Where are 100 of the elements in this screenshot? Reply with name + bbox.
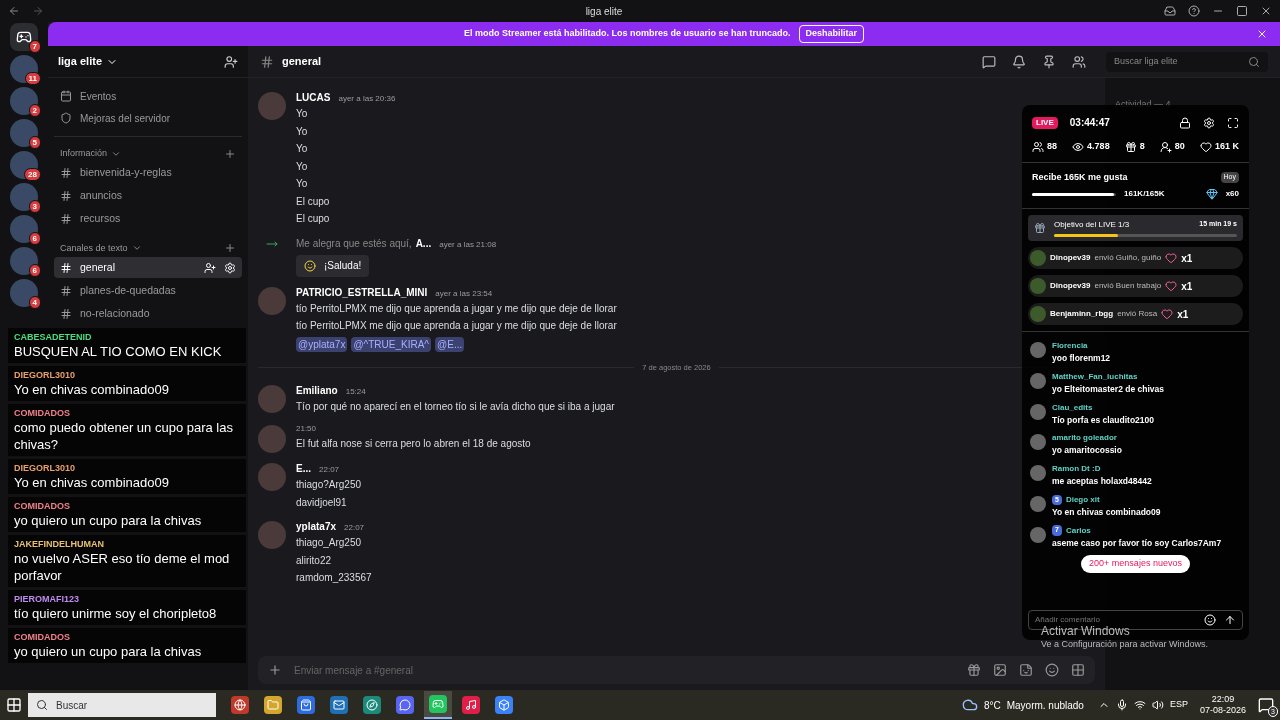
author-name[interactable]: PATRICIO_ESTRELLA_MINI	[296, 284, 428, 300]
lock-icon[interactable]	[1179, 116, 1191, 129]
sidebar-item[interactable]: Mejoras del servidor	[54, 110, 242, 126]
live-timer: 03:44:47	[1069, 116, 1111, 130]
mention[interactable]: @yplata7x	[296, 336, 348, 352]
stat-value: 161 K	[1214, 140, 1239, 153]
pin-icon[interactable]	[1042, 54, 1056, 69]
timestamp: 22:07	[344, 522, 365, 535]
commenter-name: Ramon Dt :D	[1052, 463, 1101, 475]
message-text: El fut alfa nose si cerra pero lo abren el 18 de agosto	[296, 437, 531, 452]
gift-text: envió Rosa	[1117, 308, 1158, 320]
bell-icon[interactable]	[1012, 54, 1026, 69]
channel-item[interactable]: general	[54, 257, 242, 278]
channel-item[interactable]: no-relacionado	[54, 303, 242, 324]
inbox-icon[interactable]	[1164, 5, 1176, 17]
channel-item[interactable]: anuncios	[54, 185, 242, 207]
chatter-name: PIEROMAFI123	[14, 593, 80, 605]
send-icon[interactable]	[1224, 614, 1236, 626]
avatar	[1030, 526, 1046, 543]
back-icon[interactable]	[8, 5, 20, 17]
server-name: liga elite	[58, 54, 103, 70]
disable-button[interactable]: Deshabilitar	[798, 25, 865, 43]
member-name[interactable]: A...	[415, 235, 432, 251]
comment-text: Yo en chivas combinado09	[1052, 505, 1161, 519]
people-icon	[1032, 140, 1044, 153]
avatar	[1030, 495, 1046, 512]
chat-text: no vuelvo ASER eso tío deme el mod porfavor	[14, 550, 231, 584]
clock-date: 07-08-2026	[1199, 705, 1246, 716]
author-name[interactable]: E...	[296, 461, 311, 477]
close-icon[interactable]	[1256, 28, 1268, 40]
channel-item[interactable]: bienvenida-y-reglas	[54, 162, 242, 184]
settings-icon[interactable]	[1203, 116, 1215, 129]
goal-title: Objetivo del LIVE 1/3	[1054, 219, 1130, 231]
invite-icon[interactable]	[204, 261, 216, 274]
add-channel-icon[interactable]	[224, 147, 236, 160]
search-icon	[1248, 55, 1260, 68]
hash-icon	[60, 261, 72, 274]
stat-value: 8	[1139, 140, 1145, 153]
author-name[interactable]: yplata7x	[296, 519, 337, 535]
bag-icon	[300, 699, 312, 711]
threads-icon[interactable]	[982, 54, 996, 69]
mention[interactable]: @^TRUE_KIRA^	[351, 336, 432, 352]
commenter-name: Matthew_Fan_luchitas	[1052, 370, 1138, 383]
author-name[interactable]: Emiliano	[296, 382, 338, 398]
expand-icon[interactable]	[1227, 116, 1239, 129]
server-icon[interactable]	[10, 183, 38, 211]
avatar	[1030, 342, 1046, 358]
server-icon[interactable]	[10, 215, 38, 243]
network-icon[interactable]	[1133, 699, 1146, 711]
server-icon[interactable]	[10, 151, 38, 179]
channel-item[interactable]: recursos	[54, 208, 242, 230]
volume-icon[interactable]	[1151, 699, 1164, 711]
timestamp: ayer a las 23:54	[435, 287, 493, 300]
message-text: Tío por qué no aparecí en el torneo tío si le avía dicho que si iba a jugar	[296, 399, 615, 414]
message-text: El cupo	[296, 194, 331, 209]
search-icon	[36, 699, 48, 711]
commenter-name: Florencia	[1052, 340, 1088, 352]
server-icon[interactable]	[10, 279, 38, 307]
server-name-menu[interactable]: liga elite	[58, 53, 119, 70]
sticker-icon	[304, 259, 316, 272]
server-icon[interactable]	[10, 247, 38, 275]
new-messages-button[interactable]: 200+ mensajes nuevos	[1081, 555, 1190, 573]
server-icon[interactable]	[10, 119, 38, 147]
maximize-icon[interactable]	[1236, 5, 1248, 17]
add-icon[interactable]	[268, 663, 282, 677]
channel-item[interactable]: planes-de-quedadas	[54, 280, 242, 301]
category-header[interactable]: Canales de texto	[60, 241, 142, 255]
unread-count: 28	[24, 168, 41, 181]
author-name[interactable]: LUCAS	[296, 90, 331, 105]
invite-icon[interactable]	[224, 54, 238, 69]
taskbar-app[interactable]	[424, 691, 452, 719]
mic-icon[interactable]	[1115, 699, 1128, 711]
compass-icon	[366, 699, 378, 711]
taskbar-search-field[interactable]: Buscar	[28, 693, 216, 717]
add-channel-icon[interactable]	[224, 242, 236, 255]
message-text: alirito22	[296, 553, 333, 568]
sticker-icon[interactable]	[1019, 663, 1033, 677]
gamepad-icon	[432, 698, 444, 710]
close-icon[interactable]	[1260, 5, 1272, 17]
apps-icon[interactable]	[1071, 663, 1085, 677]
notifications-icon[interactable]	[1258, 697, 1274, 713]
stat-value: 80	[1174, 140, 1185, 153]
home-button[interactable]	[10, 23, 38, 51]
mention[interactable]: @E...	[435, 336, 465, 352]
help-icon[interactable]	[1188, 5, 1200, 17]
message-text: Yo	[296, 177, 309, 191]
start-icon[interactable]	[6, 697, 22, 713]
message-text: Yo	[296, 124, 309, 139]
language-indicator[interactable]: ESP	[1169, 698, 1188, 712]
settings-icon[interactable]	[224, 261, 236, 274]
wave-button[interactable]: ¡Saluda!	[296, 254, 370, 277]
sidebar-item[interactable]: Eventos	[54, 88, 242, 104]
chat-icon	[399, 699, 411, 711]
chatter-name: DIEGORL3010	[14, 462, 76, 474]
avatar	[1030, 250, 1046, 266]
chatter-name: CABESADETENID	[14, 331, 92, 343]
members-icon[interactable]	[1072, 54, 1086, 69]
emoji-icon[interactable]	[1045, 663, 1059, 677]
search-field[interactable]: Buscar liga elite	[1106, 51, 1268, 72]
category-header[interactable]: Información	[60, 147, 122, 161]
